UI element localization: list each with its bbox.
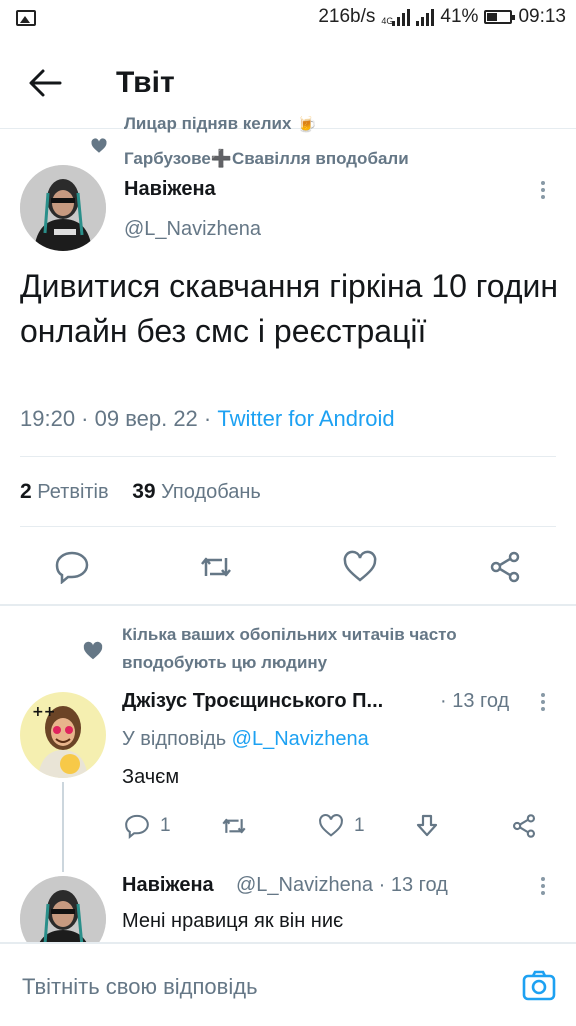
reply-author-name[interactable]: Джізус Троєщинського П... (122, 690, 383, 713)
reply2-more-options-icon[interactable] (540, 874, 546, 898)
signal-icon: 4G (381, 8, 411, 26)
reply-comment-action[interactable]: 1 (124, 812, 171, 840)
reply-input[interactable]: Твітніть свою відповідь (22, 974, 258, 1000)
section-separator (0, 604, 576, 606)
reply-share-action[interactable] (510, 812, 538, 840)
reply-icon (125, 814, 149, 839)
retweet-icon (222, 818, 246, 834)
status-bar: 216b/s 4G 41% 09:13 (0, 0, 576, 38)
share-icon (512, 814, 536, 838)
more-options-icon[interactable] (540, 178, 546, 202)
reply2-handle-time: @L_Navizhena · 13 год (236, 874, 448, 896)
replying-to-handle[interactable]: @L_Navizhena (232, 728, 369, 750)
reply-icon[interactable] (54, 550, 90, 584)
signal-icon-2 (416, 8, 435, 26)
reply-like-action[interactable]: 1 (318, 812, 365, 840)
battery-icon (484, 10, 516, 24)
social-context-line1: Кілька ваших обопільних читачів часто (122, 625, 457, 644)
retweets-stat[interactable]: 2 Ретвітів (20, 480, 109, 503)
download-arrow-icon (416, 814, 438, 837)
page-title: Твіт (116, 66, 175, 99)
liked-by-context-2[interactable]: Гарбузове➕Свавілля вподобали (124, 144, 409, 174)
reply2-author-name[interactable]: Навіжена (122, 874, 214, 897)
author-handle[interactable]: @L_Navizhena (124, 218, 261, 241)
social-context-line2: вподобують цю людину (122, 653, 328, 672)
svg-text:++: ++ (32, 704, 55, 720)
reply-retweet-action[interactable] (220, 812, 248, 840)
retweet-icon[interactable] (198, 550, 234, 584)
like-icon (319, 814, 343, 837)
divider (20, 526, 556, 527)
reply-avatar[interactable]: ++ (20, 692, 106, 778)
liked-by-context-1[interactable]: Лицар підняв келих 🍺 (124, 116, 317, 136)
like-icon[interactable] (342, 550, 378, 584)
tweet-stats: 2 Ретвітів 39 Уподобань (20, 480, 261, 504)
tweet-meta: 19:20 · 09 вер. 22 · Twitter for Android (20, 406, 395, 432)
reply-time: · 13 год (440, 690, 510, 712)
network-speed: 216b/s (318, 6, 376, 27)
share-icon[interactable] (487, 550, 523, 584)
tweet-source-link[interactable]: Twitter for Android (217, 406, 394, 431)
reply-download-action[interactable] (414, 812, 440, 840)
thread-line (62, 782, 64, 872)
reply-like-count: 1 (354, 815, 365, 836)
author-name[interactable]: Навіжена (124, 178, 216, 201)
battery-percent: 41% (440, 6, 479, 27)
heart-icon (91, 138, 107, 153)
likes-stat[interactable]: 39 Уподобань (132, 480, 261, 503)
camera-icon[interactable] (522, 968, 556, 1002)
replying-to: У відповідь @L_Navizhena (122, 728, 369, 750)
reply-more-options-icon[interactable] (540, 690, 546, 714)
divider (20, 456, 556, 457)
clock: 09:13 (518, 6, 566, 27)
avatar[interactable] (20, 165, 106, 251)
reply-count: 1 (160, 815, 171, 836)
gallery-icon (16, 10, 36, 26)
back-arrow-icon[interactable] (28, 68, 62, 98)
reply-text: Зачєм (122, 766, 180, 788)
heart-icon (83, 641, 103, 660)
tweet-text: Дивитися скавчання гіркіна 10 годин онла… (20, 268, 559, 349)
tweet-timestamp: 19:20 · 09 вер. 22 · (20, 406, 218, 431)
reply2-text: Мені нравиця як він ниє (122, 910, 344, 932)
reply-composer[interactable]: Твітніть свою відповідь (0, 942, 576, 1026)
